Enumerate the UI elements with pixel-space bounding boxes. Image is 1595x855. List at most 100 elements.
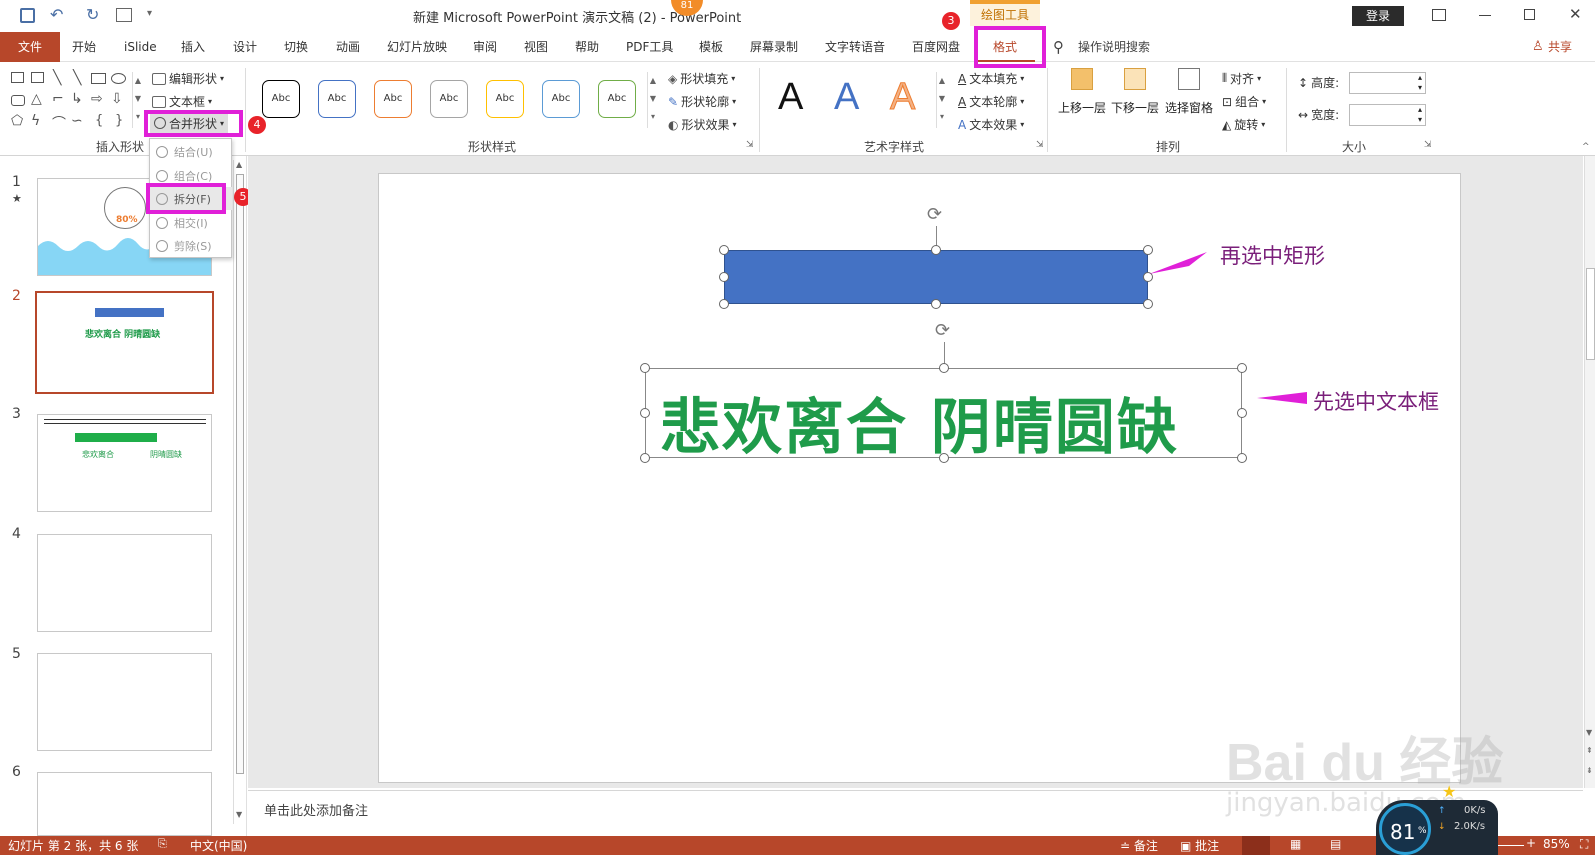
- rotate-handle-icon[interactable]: ⟳: [935, 320, 950, 341]
- resize-handle[interactable]: [640, 453, 650, 463]
- tab-tts[interactable]: 文字转语音: [825, 32, 885, 62]
- shape-outline-button[interactable]: ✎ 形状轮廓 ▾: [668, 93, 736, 110]
- shapes-gallery-scroll[interactable]: ▲ ▼ ▾: [132, 72, 143, 128]
- bring-forward-button[interactable]: 上移一层: [1057, 68, 1107, 116]
- dialog-launcher-icon[interactable]: ⇲: [1036, 140, 1044, 150]
- textbox-shape-icon[interactable]: [11, 72, 24, 83]
- send-backward-button[interactable]: 下移一层: [1110, 68, 1160, 116]
- width-input[interactable]: ▴ ▾: [1349, 104, 1426, 126]
- tab-transitions[interactable]: 切换: [284, 32, 308, 62]
- resize-handle[interactable]: [719, 272, 729, 282]
- tab-help[interactable]: 帮助: [575, 32, 599, 62]
- line-shape-icon[interactable]: ╲: [53, 70, 61, 86]
- tab-insert[interactable]: 插入: [181, 32, 205, 62]
- tab-view[interactable]: 视图: [524, 32, 548, 62]
- elbow-arrow-icon[interactable]: ↳: [71, 91, 83, 107]
- resize-handle[interactable]: [939, 453, 949, 463]
- shapes-gallery[interactable]: ╲ ╲ △ ⌐ ↳ ⇨ ⇩ ⬠ ϟ ⌒ ∽ { }: [9, 68, 135, 132]
- shape-fill-button[interactable]: ◈ 形状填充 ▾: [668, 70, 735, 87]
- shape-style-swatch-5[interactable]: Abc: [486, 80, 524, 118]
- down-arrow-shape-icon[interactable]: ⇩: [111, 91, 123, 107]
- resize-handle[interactable]: [1237, 363, 1247, 373]
- tab-home[interactable]: 开始: [72, 32, 96, 62]
- wordart-style-orange[interactable]: A: [889, 76, 915, 119]
- shape-style-swatch-4[interactable]: Abc: [430, 80, 468, 118]
- wordart-style-black[interactable]: A: [778, 76, 803, 119]
- comments-toggle[interactable]: ▣ 批注: [1180, 837, 1219, 854]
- tab-baidu-netdisk[interactable]: 百度网盘: [912, 32, 960, 62]
- arc-shape-icon[interactable]: ⌒: [52, 113, 66, 133]
- spellcheck-icon[interactable]: ⎘: [158, 837, 167, 851]
- scroll-down-icon[interactable]: ▼: [1586, 728, 1592, 737]
- shape-style-swatch-3[interactable]: Abc: [374, 80, 412, 118]
- dialog-launcher-icon[interactable]: ⇲: [1424, 140, 1432, 150]
- notes-placeholder[interactable]: 单击此处添加备注: [264, 800, 368, 819]
- zoom-level[interactable]: 85%: [1543, 837, 1570, 851]
- freeform-shape-icon[interactable]: ⬠: [11, 113, 23, 129]
- resize-handle[interactable]: [719, 299, 729, 309]
- tell-me-search[interactable]: 操作说明搜索: [1078, 32, 1150, 62]
- text-fill-button[interactable]: A 文本填充 ▾: [958, 70, 1024, 87]
- slide-thumbnail-4[interactable]: [37, 534, 212, 632]
- slide-thumbnail-6[interactable]: [37, 772, 212, 836]
- zoom-plus-icon[interactable]: +: [1526, 836, 1536, 850]
- tab-pdf[interactable]: PDF工具: [626, 32, 673, 62]
- scroll-down-icon[interactable]: ▼: [236, 810, 242, 819]
- scroll-thumb[interactable]: [1586, 268, 1595, 360]
- right-arrow-shape-icon[interactable]: ⇨: [91, 91, 103, 107]
- resize-handle[interactable]: [1237, 453, 1247, 463]
- tab-file[interactable]: 文件: [0, 32, 60, 62]
- blue-rectangle[interactable]: [724, 250, 1148, 304]
- slide-thumbnail-2[interactable]: 悲欢离合 阴晴圆缺: [35, 291, 214, 394]
- menu-item-union[interactable]: 结合(U): [150, 140, 232, 163]
- notes-toggle[interactable]: ≐ 备注: [1120, 837, 1158, 854]
- tab-design[interactable]: 设计: [233, 32, 257, 62]
- language-indicator[interactable]: 中文(中国): [190, 837, 247, 854]
- text-effects-button[interactable]: A 文本效果 ▾: [958, 116, 1024, 133]
- thumbnail-scrollbar[interactable]: ▲ ▼: [233, 160, 245, 824]
- resize-handle[interactable]: [640, 363, 650, 373]
- height-input[interactable]: ▴ ▾: [1349, 72, 1426, 94]
- menu-item-subtract[interactable]: 剪除(S): [150, 234, 232, 257]
- group-button[interactable]: ⊡ 组合 ▾: [1222, 93, 1266, 110]
- edit-shape-button[interactable]: 编辑形状 ▾: [152, 70, 224, 87]
- text-box-button[interactable]: 文本框 ▾: [152, 93, 212, 110]
- vertical-textbox-shape-icon[interactable]: [31, 72, 44, 83]
- scroll-thumb[interactable]: [236, 174, 244, 774]
- menu-item-intersect[interactable]: 相交(I): [150, 211, 232, 234]
- lightning-shape-icon[interactable]: ϟ: [31, 113, 40, 129]
- tab-islide[interactable]: iSlide: [124, 32, 157, 62]
- slide-thumbnail-3[interactable]: 悲欢离合 阴晴圆缺: [37, 414, 212, 512]
- rotate-button[interactable]: ◭ 旋转 ▾: [1222, 116, 1265, 133]
- resize-handle[interactable]: [640, 408, 650, 418]
- tab-templates[interactable]: 模板: [699, 32, 723, 62]
- brace-right-shape-icon[interactable]: }: [115, 113, 123, 128]
- fit-slide-icon[interactable]: ⛶: [1580, 837, 1588, 852]
- selected-text-box[interactable]: 悲欢离合 阴晴圆缺: [645, 368, 1242, 463]
- shape-style-swatch-2[interactable]: Abc: [318, 80, 356, 118]
- close-icon[interactable]: ✕: [1569, 5, 1582, 23]
- elbow-connector-icon[interactable]: ⌐: [52, 91, 64, 107]
- ribbon-display-icon[interactable]: [1432, 9, 1446, 21]
- slide-sorter-icon[interactable]: ▦: [1290, 837, 1301, 851]
- prev-slide-icon[interactable]: ⇞: [1586, 746, 1593, 755]
- editor-scrollbar[interactable]: ▼ ⇞ ⇟: [1584, 156, 1595, 788]
- resize-handle[interactable]: [931, 299, 941, 309]
- resize-handle[interactable]: [1237, 408, 1247, 418]
- rounded-rect-shape-icon[interactable]: [11, 95, 25, 106]
- shape-style-swatch-1[interactable]: Abc: [262, 80, 300, 118]
- reading-view-icon[interactable]: ▤: [1330, 837, 1341, 851]
- present-icon[interactable]: [116, 8, 132, 22]
- resize-handle[interactable]: [719, 245, 729, 255]
- collapse-ribbon-icon[interactable]: ^: [1582, 142, 1590, 152]
- next-slide-icon[interactable]: ⇟: [1586, 766, 1593, 775]
- login-button[interactable]: 登录: [1352, 6, 1404, 26]
- tab-screen-record[interactable]: 屏幕录制: [750, 32, 798, 62]
- slide-text[interactable]: 悲欢离合 阴晴圆缺: [660, 379, 1179, 466]
- shape-style-swatch-6[interactable]: Abc: [542, 80, 580, 118]
- wordart-style-blue[interactable]: A: [834, 76, 859, 119]
- oval-shape-icon[interactable]: [111, 73, 126, 84]
- slide-canvas[interactable]: ⟳ ⟳ 悲欢离合 阴晴圆缺 再选中矩形 先选中文本框: [378, 173, 1461, 783]
- tab-animations[interactable]: 动画: [336, 32, 360, 62]
- resize-handle[interactable]: [939, 363, 949, 373]
